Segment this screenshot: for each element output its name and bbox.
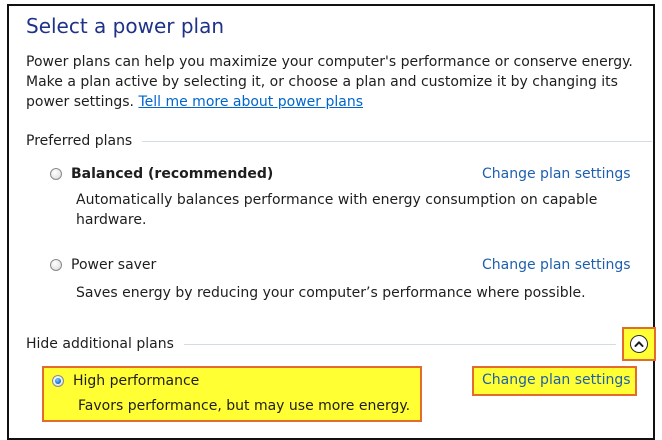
collapse-additional-plans-button[interactable] (622, 327, 656, 361)
additional-plans-header[interactable]: Hide additional plans (26, 334, 616, 354)
plan-balanced[interactable]: Balanced (recommended) (50, 163, 273, 185)
balanced-plan-name: Balanced (recommended) (71, 166, 274, 182)
section-divider (142, 140, 652, 142)
section-divider (183, 343, 616, 345)
preferred-plans-header: Preferred plans (26, 131, 652, 151)
power-saver-change-plan-settings-link[interactable]: Change plan settings (482, 257, 631, 273)
balanced-radio[interactable] (50, 168, 62, 180)
balanced-description: Automatically balances performance with … (76, 192, 598, 228)
high-performance-radio[interactable] (52, 375, 64, 387)
plan-high-performance[interactable]: High performance (52, 370, 199, 392)
high-performance-change-plan-settings-link[interactable]: Change plan settings (482, 372, 631, 388)
high-performance-description: Favors performance, but may use more ene… (78, 398, 411, 414)
balanced-change-plan-settings-link[interactable]: Change plan settings (482, 166, 631, 182)
intro-paragraph: Power plans can help you maximize your c… (26, 52, 651, 112)
tell-me-more-link[interactable]: Tell me more about power plans (138, 94, 363, 110)
preferred-plans-label: Preferred plans (26, 133, 133, 149)
hide-additional-plans-label[interactable]: Hide additional plans (26, 336, 184, 352)
power-saver-plan-name: Power saver (71, 257, 157, 273)
power-saver-radio[interactable] (50, 259, 62, 271)
page-title: Select a power plan (26, 14, 225, 38)
plan-power-saver[interactable]: Power saver (50, 254, 156, 276)
power-saver-description: Saves energy by reducing your computer’s… (76, 285, 586, 301)
chevron-up-icon (630, 335, 648, 353)
high-performance-plan-name: High performance (73, 373, 200, 389)
